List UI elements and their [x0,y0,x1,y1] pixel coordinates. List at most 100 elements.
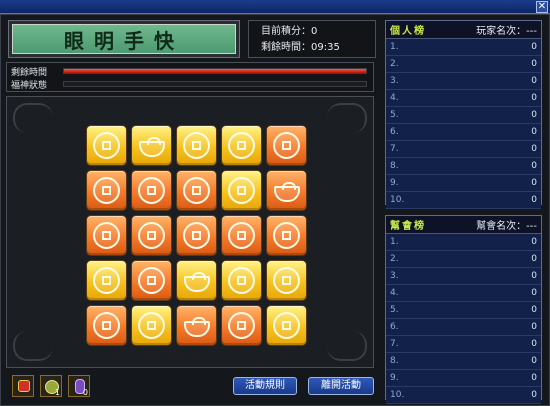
tile-orange-coin[interactable] [131,215,172,256]
board-corner-ornament [13,103,53,133]
score-box: 目前積分：0 剩餘時間：09:35 [248,20,376,58]
coin-bag-icon[interactable]: 1 [40,375,62,397]
leaderboard-row: 4. 0 [386,285,541,302]
rank-score: 0 [531,144,537,154]
tile-yellow-coin[interactable] [221,125,262,166]
game-title: 眼明手快 [12,24,236,54]
tile-yellow-coin[interactable] [221,170,262,211]
rank-score: 0 [531,127,537,137]
rank-index: 6. [390,322,399,332]
rank-index: 5. [390,110,399,120]
tile-yellow-ingot[interactable] [176,260,217,301]
tile-yellow-coin[interactable] [221,260,262,301]
personal-leaderboard-title: 個人榜 [390,26,426,37]
leaderboard-row: 10. 0 [386,192,541,209]
leave-button[interactable]: 離開活動 [308,377,374,395]
rank-index: 1. [390,42,399,52]
current-score-value: 0 [311,26,318,37]
rank-index: 7. [390,339,399,349]
guild-leaderboard-header: 幫會榜 幫會名次：--- [386,216,541,234]
time-bar-track [63,68,367,74]
tile-orange-coin[interactable] [266,125,307,166]
red-lantern-icon[interactable] [12,375,34,397]
gold-ingot-icon [273,181,300,202]
fortune-bar-track [63,81,367,87]
time-left-value: 09:35 [311,42,340,53]
rank-index: 4. [390,288,399,298]
tile-orange-coin[interactable] [221,215,262,256]
rank-score: 0 [531,356,537,366]
rules-button[interactable]: 活動規則 [233,377,297,395]
leaderboard-row: 5. 0 [386,302,541,319]
tile-orange-coin[interactable] [86,305,127,346]
coin-icon [228,132,255,159]
tile-orange-coin[interactable] [131,170,172,211]
rank-index: 5. [390,305,399,315]
leaderboard-row: 2. 0 [386,56,541,73]
tile-yellow-ingot[interactable] [131,125,172,166]
tile-orange-coin[interactable] [266,215,307,256]
coin-icon [228,267,255,294]
item-count: 1 [54,388,60,397]
tile-yellow-coin[interactable] [266,260,307,301]
rank-score: 0 [531,76,537,86]
tile-orange-coin[interactable] [176,215,217,256]
board-corner-ornament [13,331,53,361]
rank-score: 0 [531,322,537,332]
close-icon[interactable]: ✕ [536,1,548,13]
leaderboard-row: 9. 0 [386,175,541,192]
rank-index: 9. [390,178,399,188]
rank-score: 0 [531,271,537,281]
status-bars: 剩餘時間 福神狀態 [6,62,374,92]
coin-icon [273,222,300,249]
tile-orange-coin[interactable] [131,260,172,301]
tile-orange-coin[interactable] [86,170,127,211]
gold-ingot-icon [183,316,210,337]
coin-icon [138,177,165,204]
rank-score: 0 [531,59,537,69]
personal-rows: 1. 0 2. 0 3. 0 4. 0 5. 0 6. 0 7. 0 8. 0 9. 0 10. 0 [386,39,541,209]
leaderboard-row: 9. 0 [386,370,541,387]
tile-yellow-coin[interactable] [131,305,172,346]
item-count: 0 [82,388,88,397]
rank-score: 0 [531,305,537,315]
tile-orange-coin[interactable] [221,305,262,346]
tile-orange-ingot[interactable] [176,305,217,346]
rank-index: 10. [390,390,405,400]
coin-icon [273,132,300,159]
tile-yellow-coin[interactable] [266,305,307,346]
leaderboard-row: 6. 0 [386,124,541,141]
leaderboard-row: 2. 0 [386,251,541,268]
rank-index: 6. [390,127,399,137]
rank-score: 0 [531,42,537,52]
rank-index: 10. [390,195,405,205]
purple-potion-icon[interactable]: 0 [68,375,90,397]
rank-index: 3. [390,76,399,86]
tile-yellow-coin[interactable] [86,125,127,166]
leaderboard-row: 7. 0 [386,141,541,158]
tile-orange-coin[interactable] [176,170,217,211]
rank-score: 0 [531,195,537,205]
leaderboard-row: 3. 0 [386,268,541,285]
leaderboard-row: 5. 0 [386,107,541,124]
tile-orange-ingot[interactable] [266,170,307,211]
guild-leaderboard-title: 幫會榜 [390,221,426,232]
time-left-row: 剩餘時間：09:35 [261,40,363,56]
leaderboard-row: 1. 0 [386,39,541,56]
tile-orange-coin[interactable] [86,215,127,256]
rank-score: 0 [531,161,537,171]
tile-yellow-coin[interactable] [86,260,127,301]
coin-icon [93,177,120,204]
guild-leaderboard: 幫會榜 幫會名次：--- 1. 0 2. 0 3. 0 4. 0 5. 0 6. 0 7. 0 8. 0 9. 0… [385,215,542,404]
coin-icon [228,312,255,339]
time-bar-fill [64,69,366,73]
leaderboard-row: 7. 0 [386,336,541,353]
coin-icon [93,267,120,294]
tile-yellow-coin[interactable] [176,125,217,166]
coin-icon [93,312,120,339]
rank-index: 4. [390,93,399,103]
rank-score: 0 [531,288,537,298]
personal-leaderboard-header: 個人榜 玩家名次：--- [386,21,541,39]
guild-rank-label: 幫會名次：--- [476,221,537,232]
coin-icon [93,132,120,159]
